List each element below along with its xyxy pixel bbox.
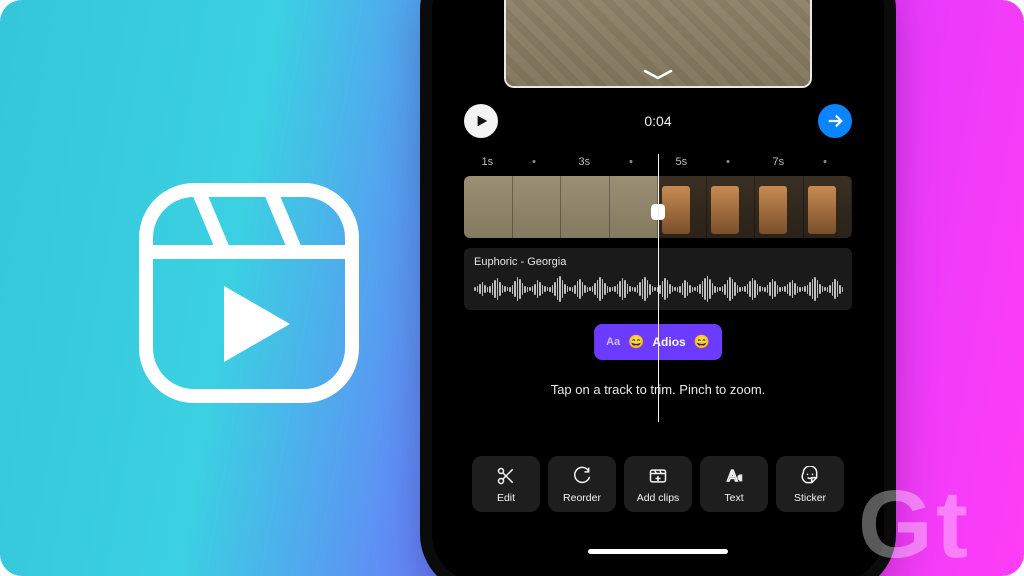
emoji-icon: 😄 bbox=[694, 334, 710, 350]
next-button[interactable] bbox=[818, 104, 852, 138]
tool-label: Sticker bbox=[794, 492, 826, 504]
playback-time: 0:04 bbox=[644, 113, 671, 129]
rotate-icon bbox=[572, 466, 592, 486]
tool-label: Reorder bbox=[563, 492, 601, 504]
home-indicator[interactable] bbox=[588, 549, 728, 554]
tool-label: Edit bbox=[497, 492, 515, 504]
sticker-icon bbox=[800, 466, 820, 486]
tool-label: Add clips bbox=[637, 492, 680, 504]
play-button[interactable] bbox=[464, 104, 498, 138]
transport-bar: 0:04 bbox=[464, 104, 852, 138]
text-icon bbox=[724, 466, 744, 486]
ruler-tick: 5s bbox=[675, 156, 687, 168]
tool-label: Text bbox=[724, 492, 743, 504]
add-clips-icon bbox=[648, 466, 668, 486]
sticker-button[interactable]: Sticker bbox=[776, 456, 844, 512]
reorder-button[interactable]: Reorder bbox=[548, 456, 616, 512]
video-preview[interactable] bbox=[504, 0, 812, 88]
phone-screen: 0:04 1s 3s 5s 7s Euphoric bbox=[442, 0, 874, 572]
svg-text:t: t bbox=[936, 471, 968, 576]
promo-canvas: 0:04 1s 3s 5s 7s Euphoric bbox=[0, 0, 1024, 576]
emoji-icon: 😄 bbox=[628, 334, 644, 350]
add-clips-button[interactable]: Add clips bbox=[624, 456, 692, 512]
ruler-tick: 1s bbox=[481, 156, 493, 168]
reels-app-icon bbox=[132, 176, 366, 410]
collapse-preview-icon[interactable] bbox=[639, 68, 677, 82]
text-button[interactable]: Text bbox=[700, 456, 768, 512]
playhead[interactable] bbox=[658, 154, 659, 422]
phone-frame: 0:04 1s 3s 5s 7s Euphoric bbox=[432, 0, 884, 576]
edit-button[interactable]: Edit bbox=[472, 456, 540, 512]
text-style-indicator: Aa bbox=[606, 336, 620, 348]
ruler-tick: 7s bbox=[772, 156, 784, 168]
scissors-icon bbox=[496, 466, 516, 486]
ruler-tick: 3s bbox=[578, 156, 590, 168]
svg-text:G: G bbox=[858, 471, 933, 576]
watermark-logo: G t bbox=[858, 467, 1018, 576]
editor-toolbar: Edit Reorder Add clips Text Sticker bbox=[472, 456, 844, 512]
